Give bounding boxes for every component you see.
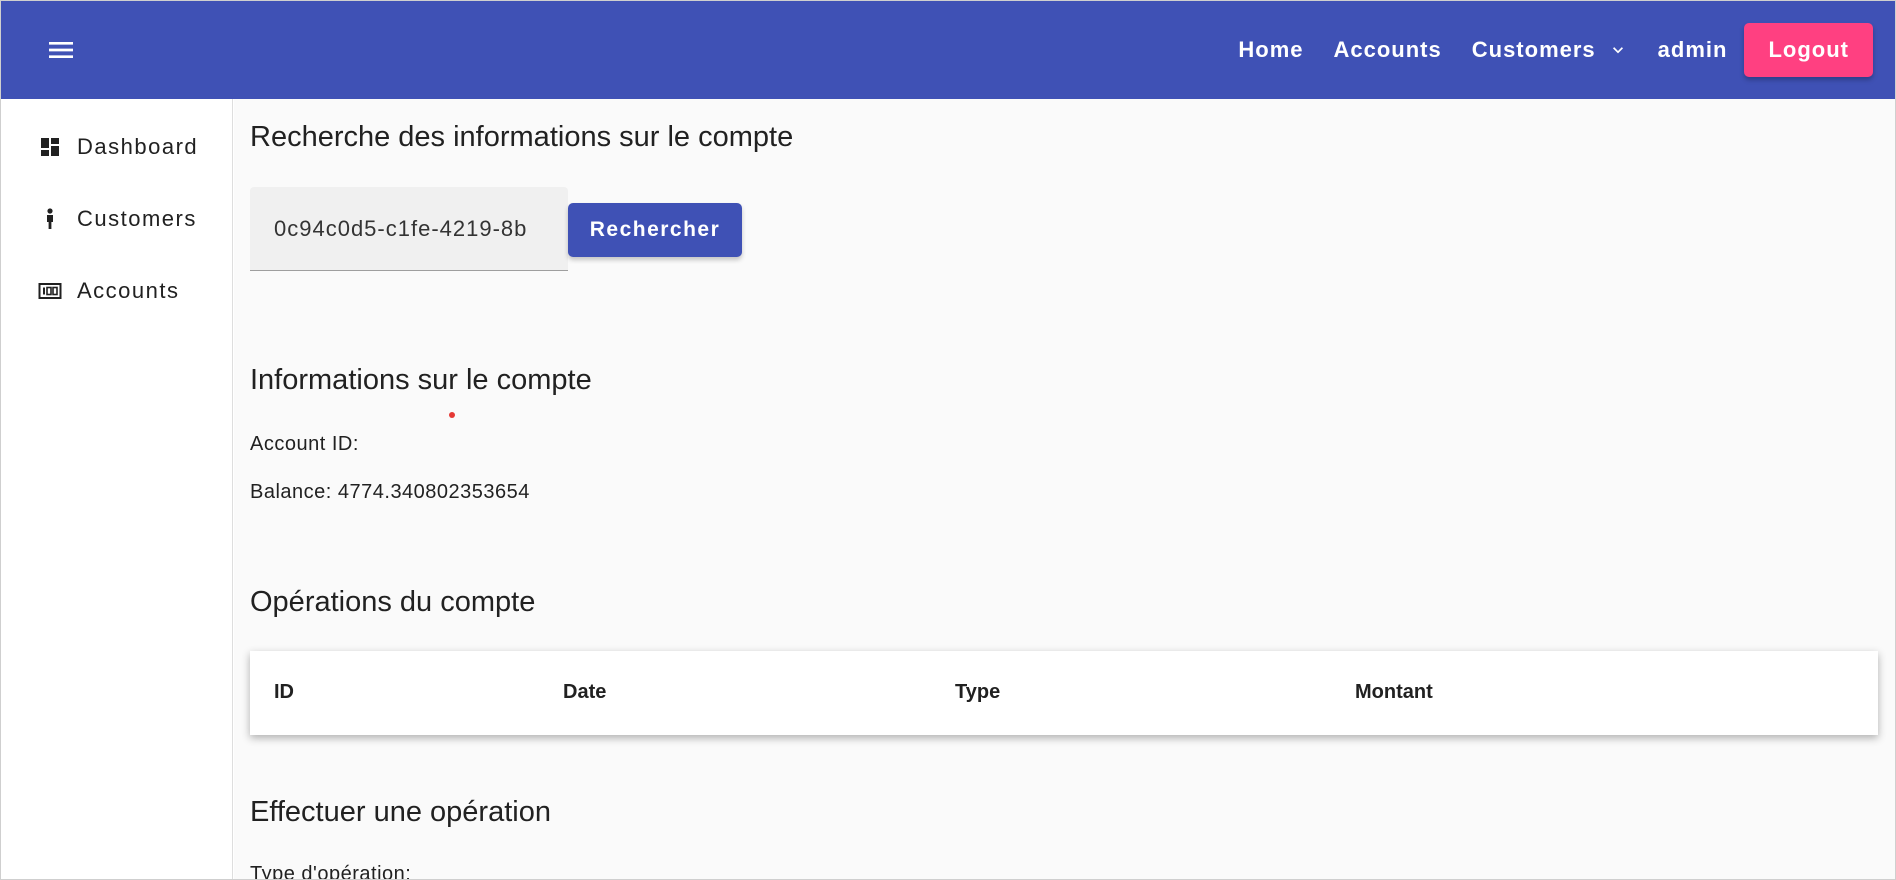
search-section-title: Recherche des informations sur le compte (250, 121, 794, 153)
logout-button[interactable]: Logout (1744, 23, 1873, 77)
sidebar: Dashboard Customers Accounts (1, 99, 233, 879)
perform-operation-title: Effectuer une opération (250, 796, 551, 828)
sidebar-item-customers[interactable]: Customers (37, 199, 197, 239)
search-button[interactable]: Rechercher (568, 203, 742, 257)
column-header-id: ID (274, 681, 294, 703)
top-toolbar: Home Accounts Customers admin Logout (1, 1, 1895, 99)
sidebar-item-accounts[interactable]: Accounts (37, 271, 180, 311)
account-search-field[interactable] (250, 187, 568, 271)
person-icon (37, 206, 63, 232)
sidebar-item-label: Accounts (77, 278, 180, 303)
sidebar-item-dashboard[interactable]: Dashboard (37, 127, 198, 167)
nav-home[interactable]: Home (1223, 37, 1318, 63)
menu-icon[interactable] (41, 30, 81, 70)
column-header-type: Type (955, 681, 1001, 703)
sidebar-item-label: Customers (77, 206, 197, 231)
nav-user[interactable]: admin (1643, 37, 1743, 63)
sidebar-item-label: Dashboard (77, 134, 199, 159)
column-header-date: Date (563, 681, 607, 703)
operations-table: ID Date Type Montant (250, 651, 1878, 735)
account-id-label: Account ID: (250, 433, 359, 455)
nav-customers-label: Customers (1471, 37, 1596, 62)
operation-type-label: Type d'opération: (250, 863, 412, 880)
nav-customers-dropdown[interactable]: Customers (1457, 37, 1643, 63)
nav-links: Home Accounts Customers admin Logout (1223, 1, 1873, 99)
account-info-title: Informations sur le compte (250, 364, 592, 396)
account-balance-icon (37, 278, 63, 304)
nav-accounts[interactable]: Accounts (1319, 37, 1457, 63)
dashboard-icon (37, 134, 63, 160)
cursor-dot (449, 412, 455, 418)
column-header-amount: Montant (1355, 681, 1433, 703)
chevron-down-icon (1612, 47, 1623, 54)
app-window: Home Accounts Customers admin Logout Das… (0, 0, 1896, 880)
operations-title: Opérations du compte (250, 586, 536, 618)
main-content: Recherche des informations sur le compte… (234, 99, 1895, 880)
account-id-input[interactable] (274, 215, 568, 242)
balance-text: Balance: 4774.340802353654 (250, 481, 530, 503)
